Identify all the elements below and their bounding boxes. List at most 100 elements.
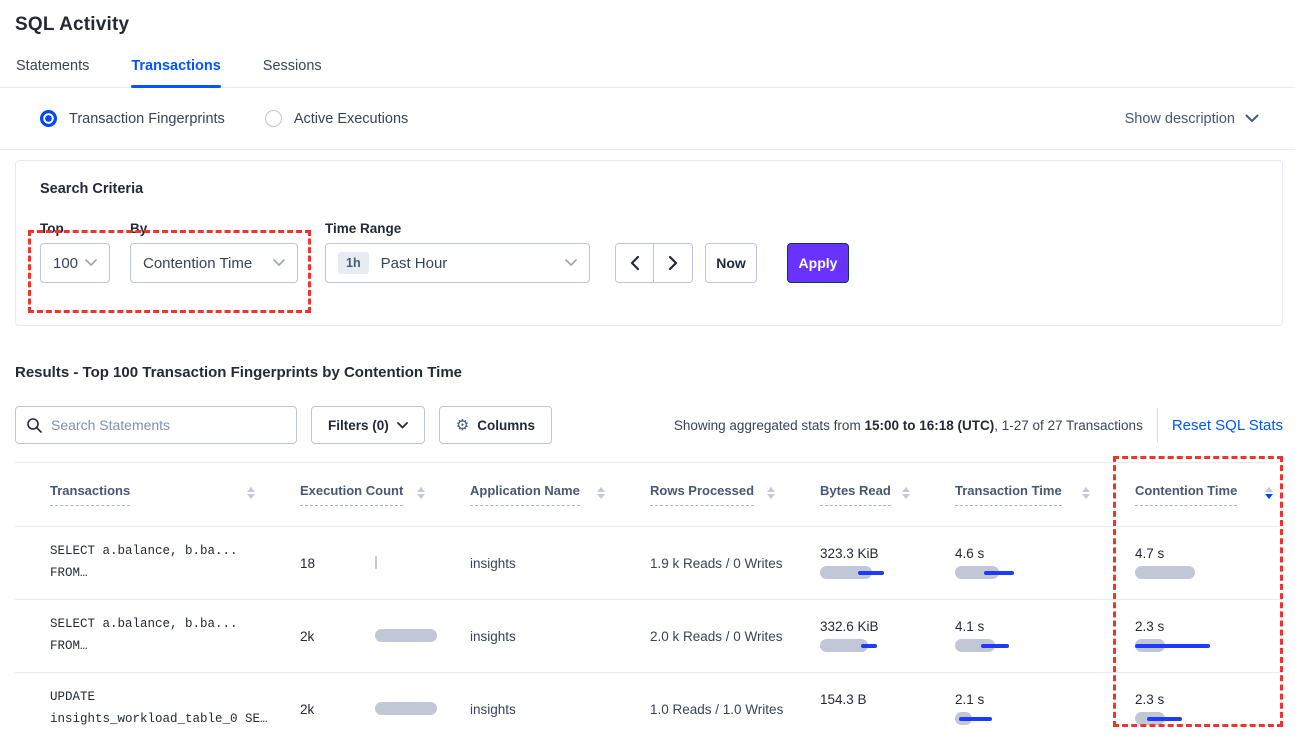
search-criteria-title: Search Criteria [40,181,1258,197]
time-range-select[interactable]: 1h Past Hour [325,243,590,283]
top-field: Top 100 [40,221,130,283]
sort-icon[interactable] [417,487,425,503]
transaction-time-stddev-line [959,717,992,721]
time-next-button[interactable] [654,244,692,282]
by-label: By [130,221,325,236]
sort-desc-active-icon[interactable] [1265,487,1273,503]
column-header-rows-processed[interactable]: Rows Processed [615,463,785,526]
chevron-down-icon [565,259,577,267]
top-select[interactable]: 100 [40,243,110,283]
now-button[interactable]: Now [705,243,757,283]
radio-selected-icon[interactable] [40,110,57,127]
results-controls-row: Filters (0) ⚙ Columns Showing aggregated… [15,406,1283,444]
execution-count-bar [375,629,437,642]
cell-execution-count: 18 [265,527,435,599]
time-prev-button[interactable] [616,244,654,282]
transaction-time-stddev-line [981,644,1009,648]
chevron-down-icon [273,259,285,267]
radio-active-executions[interactable]: Active Executions [265,110,408,127]
bytes-read-stddev-line [858,571,884,575]
chevron-down-icon [397,422,408,429]
table-header-row: Transactions Execution Count Application… [15,463,1283,527]
columns-label: Columns [477,418,535,433]
sort-icon[interactable] [1082,487,1090,503]
cell-bytes-read: 323.3 KiB [785,527,920,599]
by-select-value: Contention Time [143,255,252,272]
reset-sql-stats-link[interactable]: Reset SQL Stats [1172,417,1283,434]
cell-application-name: insights [435,600,615,672]
column-header-application-name[interactable]: Application Name [435,463,615,526]
page-title: SQL Activity [0,0,1295,36]
aggregated-stats-text: Showing aggregated stats from 15:00 to 1… [674,418,1143,433]
contention-time-stddev-line [1135,644,1210,648]
table-row[interactable]: UPDATE insights_workload_table_0 SE… 2k … [15,673,1283,740]
transaction-time-stddev-line [984,571,1014,575]
search-icon [26,417,42,433]
search-criteria-card: Search Criteria Top 100 By Contention Ti… [15,160,1283,326]
cell-transaction-fingerprint[interactable]: SELECT a.balance, b.ba... FROM… [15,527,265,599]
cell-contention-time: 4.7 s [1100,527,1283,599]
cell-application-name: insights [435,673,615,740]
cell-contention-time: 2.3 s [1100,673,1283,740]
show-description-toggle[interactable]: Show description [1125,111,1259,127]
table-row[interactable]: SELECT a.balance, b.ba... FROM… 18 insig… [15,527,1283,600]
show-description-label: Show description [1125,111,1235,127]
radio-transaction-fingerprints[interactable]: Transaction Fingerprints [40,110,225,127]
cell-rows-processed: 2.0 k Reads / 0 Writes [615,600,785,672]
chevron-right-icon [668,256,678,270]
cell-execution-count: 2k [265,600,435,672]
chevron-left-icon [630,256,640,270]
top-label: Top [40,221,130,236]
apply-button[interactable]: Apply [787,243,849,283]
chevron-down-icon [1245,114,1259,123]
chevron-down-icon [85,259,97,267]
cell-transaction-time: 4.6 s [920,527,1100,599]
column-header-execution-count[interactable]: Execution Count [265,463,435,526]
search-statements-box [15,406,297,444]
search-criteria-fields: Top 100 By Contention Time T [40,221,1258,283]
cell-transaction-fingerprint[interactable]: UPDATE insights_workload_table_0 SE… [15,673,265,740]
time-nav-group [615,243,693,283]
radio-label: Transaction Fingerprints [69,111,225,127]
results-heading: Results - Top 100 Transaction Fingerprin… [15,364,1295,381]
columns-button[interactable]: ⚙ Columns [439,406,552,444]
by-field: By Contention Time [130,221,325,283]
cell-bytes-read: 332.6 KiB [785,600,920,672]
tab-statements[interactable]: Statements [16,58,89,87]
sort-icon[interactable] [902,487,910,503]
filters-label: Filters (0) [328,418,389,433]
bytes-read-stddev-line [861,644,877,648]
sort-icon[interactable] [767,487,775,503]
contention-time-stddev-line [1147,717,1182,721]
column-header-transaction-time[interactable]: Transaction Time [920,463,1100,526]
execution-count-bar [375,702,437,715]
execution-count-bar [375,556,377,569]
cell-bytes-read: 154.3 B [785,673,920,740]
cell-execution-count: 2k [265,673,435,740]
time-range-field: Time Range 1h Past Hour [325,221,615,283]
column-header-transactions[interactable]: Transactions [15,463,265,526]
top-select-value: 100 [53,255,78,272]
time-range-value: Past Hour [381,255,448,272]
search-statements-input[interactable] [51,417,286,433]
view-toggle-row: Transaction Fingerprints Active Executio… [0,88,1295,150]
column-header-contention-time[interactable]: Contention Time [1100,463,1283,526]
time-range-label: Time Range [325,221,615,236]
tab-sessions[interactable]: Sessions [263,58,322,87]
by-select[interactable]: Contention Time [130,243,298,283]
cell-transaction-time: 4.1 s [920,600,1100,672]
cell-transaction-fingerprint[interactable]: SELECT a.balance, b.ba... FROM… [15,600,265,672]
transactions-table: Transactions Execution Count Application… [15,462,1283,740]
table-row[interactable]: SELECT a.balance, b.ba... FROM… 2k insig… [15,600,1283,673]
filters-button[interactable]: Filters (0) [311,406,425,444]
tab-transactions[interactable]: Transactions [131,58,220,87]
tab-bar: Statements Transactions Sessions [0,58,1295,88]
radio-unselected-icon[interactable] [265,110,282,127]
column-header-bytes-read[interactable]: Bytes Read [785,463,920,526]
sort-icon[interactable] [247,487,255,503]
cell-application-name: insights [435,527,615,599]
gear-icon: ⚙ [456,418,469,433]
time-range-badge: 1h [338,252,369,274]
vertical-divider [1157,408,1158,442]
sort-icon[interactable] [597,487,605,503]
